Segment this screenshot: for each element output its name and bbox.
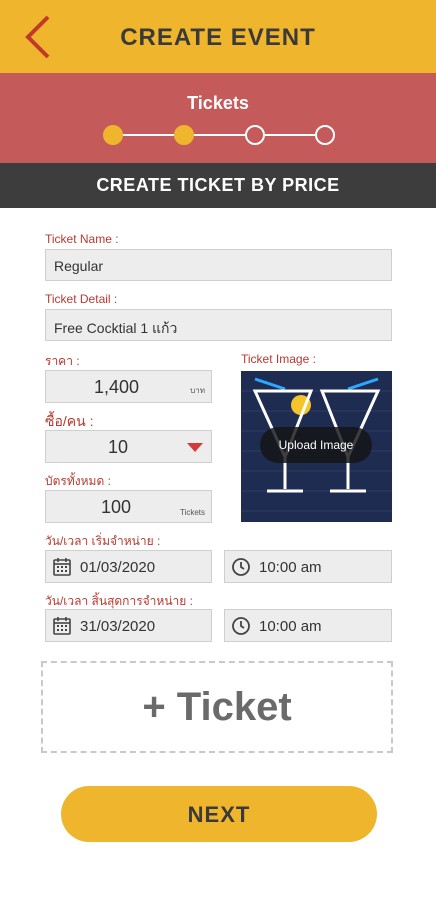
page-title: CREATE EVENT bbox=[120, 24, 316, 51]
step-connector bbox=[193, 134, 246, 136]
total-tickets-value: 100 bbox=[101, 497, 132, 517]
sale-start-date-input[interactable]: 01/03/2020 bbox=[45, 550, 212, 583]
price-label: ราคา : bbox=[45, 354, 80, 368]
total-tickets-unit: Tickets bbox=[179, 508, 205, 517]
price-unit: บาท bbox=[190, 386, 205, 395]
ticket-image-label: Ticket Image : bbox=[241, 352, 316, 366]
clock-icon bbox=[232, 617, 250, 635]
per-person-select[interactable]: 10 bbox=[45, 430, 212, 463]
sale-end-time-value: 10:00 am bbox=[259, 618, 322, 635]
sale-start-time-input[interactable]: 10:00 am bbox=[224, 550, 392, 583]
section-header: CREATE TICKET BY PRICE bbox=[0, 163, 436, 208]
total-tickets-input[interactable]: 100 Tickets bbox=[45, 490, 212, 523]
sale-end-date-value: 31/03/2020 bbox=[80, 618, 156, 635]
ticket-detail-label: Ticket Detail : bbox=[45, 292, 118, 306]
ticket-detail-input[interactable]: Free Cocktial 1 แก้ว bbox=[45, 309, 392, 341]
step-connector bbox=[264, 134, 315, 136]
step-title: Tickets bbox=[187, 93, 249, 113]
step-dot-4 bbox=[315, 125, 335, 145]
calendar-icon bbox=[53, 558, 71, 576]
sale-end-date-input[interactable]: 31/03/2020 bbox=[45, 609, 212, 642]
next-button[interactable]: NEXT bbox=[61, 786, 377, 842]
upload-image-button[interactable]: Upload Image bbox=[260, 427, 372, 463]
step-dot-1 bbox=[103, 125, 123, 145]
sale-start-label: วัน/เวลา เริ่มจำหน่าย : bbox=[45, 534, 161, 548]
sale-start-date-value: 01/03/2020 bbox=[80, 559, 156, 576]
ticket-name-value: Regular bbox=[54, 258, 104, 274]
clock-icon bbox=[232, 558, 250, 576]
price-value: 1,400 bbox=[94, 377, 140, 397]
total-tickets-label: บัตรทั้งหมด : bbox=[45, 474, 111, 488]
ticket-name-label: Ticket Name : bbox=[45, 232, 119, 246]
sale-end-time-input[interactable]: 10:00 am bbox=[224, 609, 392, 642]
chevron-down-icon bbox=[187, 443, 203, 452]
next-button-label: NEXT bbox=[187, 802, 251, 827]
ticket-detail-value: Free Cocktial 1 แก้ว bbox=[54, 320, 178, 336]
step-connector bbox=[122, 134, 175, 136]
ticket-image-preview[interactable]: Upload Image bbox=[241, 371, 392, 522]
calendar-icon bbox=[53, 617, 71, 635]
step-dot-2 bbox=[174, 125, 194, 145]
add-ticket-button[interactable]: + Ticket bbox=[41, 661, 393, 753]
price-input[interactable]: 1,400 บาท bbox=[45, 370, 212, 403]
ticket-name-input[interactable]: Regular bbox=[45, 249, 392, 281]
step-dot-3 bbox=[245, 125, 265, 145]
section-title: CREATE TICKET BY PRICE bbox=[96, 175, 340, 195]
app-header: CREATE EVENT bbox=[0, 0, 436, 73]
step-progress-bar: Tickets bbox=[0, 73, 436, 163]
per-person-value: 10 bbox=[108, 437, 129, 457]
sale-start-time-value: 10:00 am bbox=[259, 559, 322, 576]
add-ticket-label: + Ticket bbox=[142, 685, 292, 729]
